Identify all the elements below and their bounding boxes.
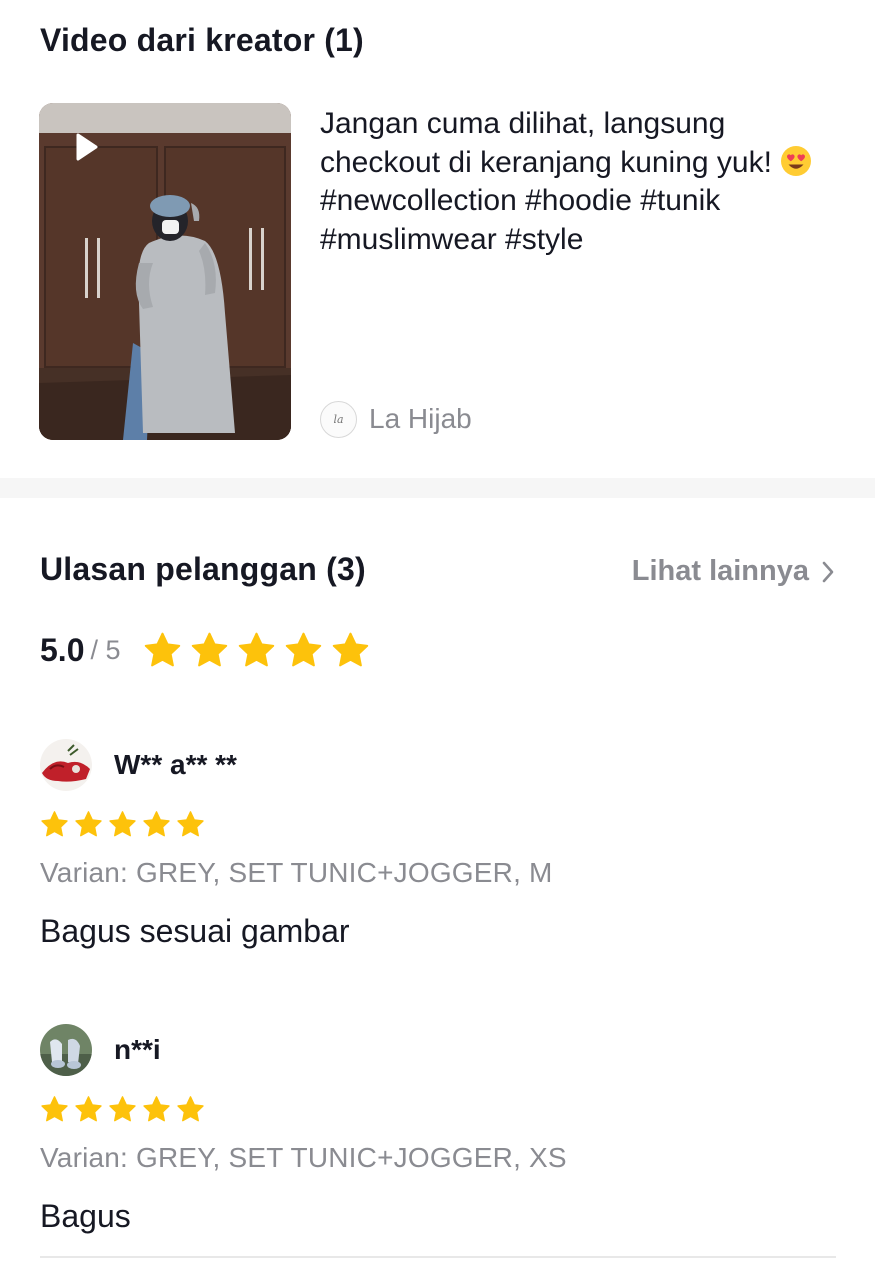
video-thumbnail[interactable]	[39, 103, 291, 440]
reviewer-avatar-image	[40, 1024, 92, 1076]
chevron-right-icon	[822, 561, 834, 582]
star-icon	[190, 631, 229, 670]
review-variant: Varian: GREY, SET TUNIC+JOGGER, XS	[40, 1142, 567, 1173]
creator-name: La Hijab	[369, 403, 472, 434]
review-item: n**i Varian: GREY, SET TUNIC+JOGGER, XS …	[40, 1023, 836, 1235]
creator-link[interactable]: la La Hijab	[320, 400, 472, 438]
reviewer-avatar[interactable]	[40, 739, 92, 791]
customer-reviews-section: Ulasan pelanggan (3) Lihat lainnya 5.0 /…	[0, 498, 875, 1280]
creator-avatar: la	[320, 400, 357, 438]
creator-video-section: Video dari kreator (1) Jangan cuma dilih…	[0, 0, 875, 478]
reviewer-avatar-image	[40, 739, 92, 791]
star-icon	[331, 631, 370, 670]
reviewer-name: n**i	[114, 1034, 161, 1065]
reviewer-avatar[interactable]	[40, 1024, 92, 1076]
rating-summary: 5.0 / 5	[40, 631, 370, 670]
caption-text: Jangan cuma dilihat, langsung checkout d…	[320, 107, 781, 179]
star-icon	[108, 1095, 137, 1124]
review-variant: Varian: GREY, SET TUNIC+JOGGER, M	[40, 857, 553, 888]
review-item: W** a** ** Varian: GREY, SET TUNIC+JOGGE…	[40, 738, 836, 950]
caption-hashtags: #newcollection #hoodie #tunik #muslimwea…	[320, 184, 721, 256]
star-icon	[237, 631, 276, 670]
see-more-reviews-link[interactable]: Lihat lainnya	[632, 555, 837, 588]
rating-max: / 5	[90, 635, 121, 665]
star-icon	[40, 810, 69, 839]
play-icon[interactable]	[63, 125, 107, 169]
reviews-section-title: Ulasan pelanggan (3)	[40, 551, 366, 587]
star-icon	[142, 810, 171, 839]
see-more-label: Lihat lainnya	[631, 555, 809, 587]
star-icon	[284, 631, 323, 670]
heart-eyes-emoji-icon	[781, 145, 812, 176]
video-section-title: Video dari kreator (1)	[40, 22, 364, 58]
review-text: Bagus sesuai gambar	[40, 913, 350, 949]
star-icon	[40, 1095, 69, 1124]
star-icon	[74, 1095, 103, 1124]
reviewer-name: W** a** **	[114, 749, 237, 780]
star-icon	[142, 1095, 171, 1124]
review-header: n**i	[40, 1023, 836, 1077]
star-icon	[143, 631, 182, 670]
average-stars	[143, 631, 370, 670]
review-stars	[40, 1095, 836, 1124]
star-icon	[108, 810, 137, 839]
review-stars	[40, 810, 836, 839]
star-icon	[74, 810, 103, 839]
creator-logo-text: la	[333, 412, 344, 426]
review-header: W** a** **	[40, 738, 836, 792]
video-caption: Jangan cuma dilihat, langsung checkout d…	[320, 105, 840, 259]
average-rating: 5.0	[40, 632, 85, 668]
review-text: Bagus	[40, 1198, 131, 1234]
review-list-divider	[40, 1256, 836, 1258]
star-icon	[176, 810, 205, 839]
section-divider	[0, 478, 875, 498]
star-icon	[176, 1095, 205, 1124]
